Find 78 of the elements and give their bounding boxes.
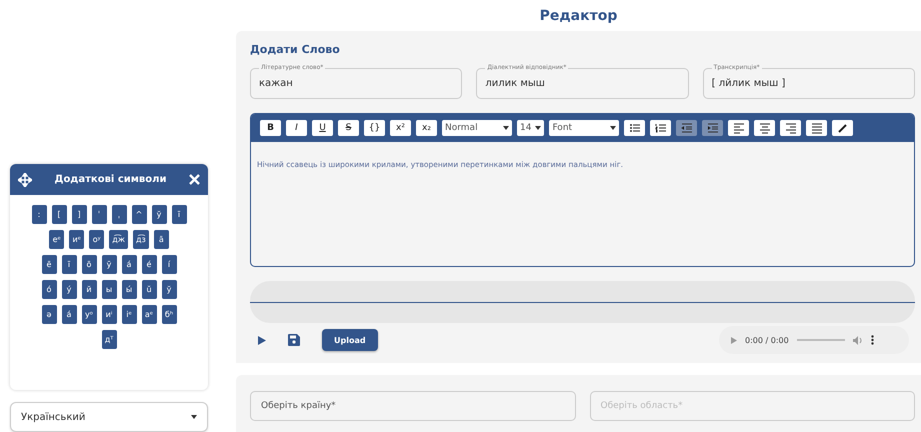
justify-icon	[810, 122, 823, 134]
upload-button[interactable]: Upload	[322, 329, 378, 351]
symbol-key[interactable]: á	[62, 305, 76, 324]
format-button[interactable]: x₂	[416, 120, 437, 136]
caret-icon	[191, 415, 197, 420]
close-icon[interactable]	[189, 174, 200, 185]
time-display: 0:00 / 0:00	[745, 336, 789, 344]
toolbar-button[interactable]	[806, 120, 828, 136]
bullet-list-icon	[628, 122, 641, 134]
symbol-key[interactable]: дᵀ	[102, 330, 116, 349]
page-title: Редактор	[538, 8, 618, 24]
format-button[interactable]: S	[338, 120, 359, 136]
align-left-icon	[732, 122, 745, 134]
symbol-key[interactable]: ˈ	[92, 205, 106, 224]
caret-icon	[503, 126, 509, 130]
format-button[interactable]: {}	[364, 120, 385, 136]
toolbar-select[interactable]: 14	[517, 120, 544, 136]
panel-title: Додаткові символи	[54, 174, 166, 185]
toolbar-button[interactable]	[624, 120, 646, 136]
symbol-key[interactable]: иⁱ	[102, 305, 116, 324]
caret-icon	[610, 126, 616, 130]
symbol-key[interactable]: ӯ	[102, 255, 116, 274]
format-button[interactable]: U	[312, 120, 333, 136]
symbol-key[interactable]: оʸ	[89, 230, 104, 249]
symbol-key[interactable]: ə	[42, 305, 56, 324]
symbol-key[interactable]: [	[52, 205, 66, 224]
toolbar-button[interactable]	[754, 120, 776, 136]
toolbar-select[interactable]: Font	[549, 120, 620, 136]
format-button[interactable]: B	[260, 120, 281, 136]
symbol-key[interactable]: д͡ж	[109, 230, 128, 249]
symbol-key[interactable]: ī	[172, 205, 186, 224]
toolbar-button[interactable]	[728, 120, 750, 136]
symbol-key[interactable]: ō	[82, 255, 96, 274]
symbol-key[interactable]: і́	[162, 255, 176, 274]
symbol-key[interactable]: ē	[42, 255, 56, 274]
language-select[interactable]: Український	[10, 402, 208, 432]
indent-icon	[706, 122, 719, 134]
symbol-key[interactable]: иᵉ	[69, 230, 84, 249]
align-center-icon	[758, 122, 771, 134]
toolbar-button[interactable]	[832, 120, 854, 136]
format-button[interactable]: I	[286, 120, 307, 136]
symbol-key[interactable]: еᵉ	[49, 230, 64, 249]
symbol-key[interactable]: ˌ	[112, 205, 126, 224]
symbol-key[interactable]: й	[82, 280, 96, 299]
symbol-key[interactable]: aᵉ	[142, 305, 156, 324]
more-icon[interactable]	[870, 335, 874, 345]
symbol-key[interactable]: ó	[42, 280, 56, 299]
symbol-key[interactable]: іᵉ	[122, 305, 136, 324]
symbol-key[interactable]: ]	[72, 205, 86, 224]
move-icon[interactable]	[18, 172, 32, 186]
symbol-key[interactable]: а́	[122, 255, 136, 274]
symbol-key[interactable]: ý	[62, 280, 76, 299]
play-icon[interactable]	[258, 336, 266, 344]
symbol-key[interactable]: ī	[62, 255, 76, 274]
select-field[interactable]: Оберіть країну*	[250, 391, 576, 421]
caret-icon	[535, 126, 542, 130]
numbered-list-icon	[654, 122, 667, 134]
symbol-key[interactable]: ^	[132, 205, 146, 224]
save-icon[interactable]	[288, 334, 300, 346]
symbol-key[interactable]: ā	[154, 230, 169, 249]
symbol-key[interactable]: бʰ	[162, 305, 176, 324]
pen-icon	[836, 122, 849, 134]
symbol-key[interactable]: ў	[162, 280, 176, 299]
symbol-key[interactable]: ы́	[122, 280, 136, 299]
toolbar-button[interactable]	[650, 120, 672, 136]
outdent-icon	[680, 122, 693, 134]
symbol-key[interactable]: ў	[152, 205, 166, 224]
symbol-key[interactable]: е́	[142, 255, 156, 274]
symbol-key[interactable]: д͡з	[132, 230, 149, 249]
align-right-icon	[784, 122, 797, 134]
symbol-key[interactable]: уᵒ	[82, 305, 96, 324]
card-title: Додати Слово	[250, 43, 341, 56]
symbol-key[interactable]: ŭ	[142, 280, 156, 299]
symbol-key[interactable]: ы	[102, 280, 116, 299]
toolbar-button[interactable]	[780, 120, 802, 136]
symbol-key[interactable]: :	[32, 205, 46, 224]
toolbar-select[interactable]: Normal	[442, 120, 512, 136]
format-button[interactable]: x²	[390, 120, 411, 136]
